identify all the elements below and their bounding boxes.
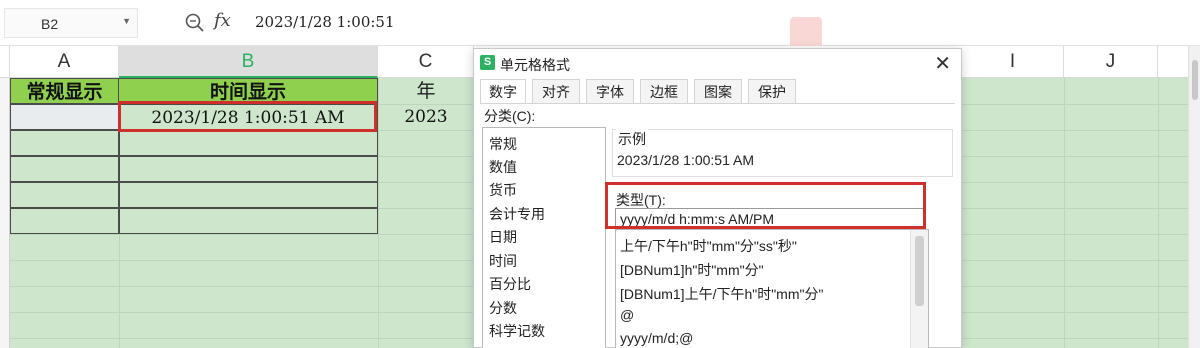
- column-header-j[interactable]: J: [1064, 46, 1158, 78]
- scrollbar-thumb[interactable]: [915, 236, 924, 306]
- tab-border[interactable]: 边框: [640, 79, 688, 103]
- dialog-title: 单元格格式: [500, 57, 570, 73]
- column-header-b[interactable]: B: [119, 46, 378, 78]
- grid-line: [1158, 78, 1159, 348]
- column-header-a[interactable]: A: [10, 46, 119, 78]
- format-cells-dialog: S 单元格格式 ✕ 数字 对齐 字体 边框 图案 保护 分类(C): 常规 数值…: [473, 48, 962, 348]
- fx-icon[interactable]: fx: [214, 10, 231, 31]
- category-list[interactable]: 常规 数值 货币 会计专用 日期 时间 百分比 分数 科学记数: [482, 127, 606, 348]
- list-item[interactable]: 货币: [489, 180, 517, 200]
- table-row[interactable]: [10, 208, 378, 234]
- column-header-partial: [0, 46, 10, 78]
- list-item[interactable]: 百分比: [489, 274, 531, 294]
- row-header-strip: [0, 78, 10, 348]
- table-row[interactable]: [10, 156, 378, 182]
- type-format-list[interactable]: 上午/下午h"时"mm"分"ss"秒" [DBNum1]h"时"mm"分" [D…: [615, 229, 929, 348]
- formula-input[interactable]: 2023/1/28 1:00:51: [255, 13, 395, 31]
- name-box[interactable]: B2 ▼: [4, 8, 138, 38]
- table-row[interactable]: [10, 130, 378, 156]
- close-icon[interactable]: ✕: [934, 51, 951, 76]
- sample-value: 2023/1/28 1:00:51 AM: [617, 152, 754, 168]
- cell-a2[interactable]: [10, 104, 119, 130]
- list-item[interactable]: [DBNum1]h"时"mm"分": [620, 260, 764, 280]
- highlight-box-b2: [118, 101, 377, 132]
- list-item[interactable]: 上午/下午h"时"mm"分"ss"秒": [620, 236, 797, 256]
- list-item[interactable]: 分数: [489, 298, 517, 318]
- formula-bar: B2 ▼ fx 2023/1/28 1:00:51: [0, 0, 1200, 49]
- list-item[interactable]: @: [620, 307, 634, 323]
- list-item[interactable]: 时间: [489, 251, 517, 271]
- vertical-scrollbar[interactable]: [1188, 46, 1200, 348]
- cell-a1[interactable]: 常规显示: [10, 78, 119, 104]
- cell-c1[interactable]: 年: [378, 78, 474, 104]
- table-row[interactable]: [10, 182, 378, 208]
- tab-divider: [480, 103, 955, 104]
- grid-line: [118, 130, 120, 234]
- column-header-i[interactable]: I: [962, 46, 1064, 78]
- type-list-scrollbar[interactable]: [910, 230, 928, 348]
- tab-pattern[interactable]: 图案: [694, 79, 742, 103]
- list-item[interactable]: 常规: [489, 134, 517, 154]
- grid-line: [1064, 78, 1065, 348]
- sample-label: 示例: [616, 129, 648, 149]
- list-item[interactable]: 科学记数: [489, 321, 545, 341]
- chevron-down-icon[interactable]: ▼: [122, 16, 131, 26]
- tab-protection[interactable]: 保护: [748, 79, 796, 103]
- cell-c2[interactable]: 2023: [378, 104, 474, 130]
- list-item[interactable]: 会计专用: [489, 204, 545, 224]
- list-item[interactable]: [DBNum1]上午/下午h"时"mm"分": [620, 284, 823, 304]
- name-box-value: B2: [41, 16, 59, 32]
- highlight-box-type: [605, 182, 926, 229]
- category-label: 分类(C):: [484, 108, 536, 124]
- tab-number[interactable]: 数字: [480, 79, 526, 104]
- scrollbar-thumb[interactable]: [1192, 60, 1198, 100]
- tab-alignment[interactable]: 对齐: [532, 79, 580, 103]
- list-item[interactable]: yyyy/m/d;@: [620, 330, 693, 346]
- zoom-search-icon[interactable]: [184, 12, 206, 34]
- search-icon: [790, 17, 822, 49]
- dialog-titlebar[interactable]: S 单元格格式 ✕: [474, 49, 961, 77]
- column-header-c[interactable]: C: [378, 46, 474, 78]
- tab-font[interactable]: 字体: [586, 79, 634, 103]
- list-item[interactable]: 日期: [489, 227, 517, 247]
- app-logo-icon: S: [480, 55, 495, 70]
- list-item[interactable]: 数值: [489, 157, 517, 177]
